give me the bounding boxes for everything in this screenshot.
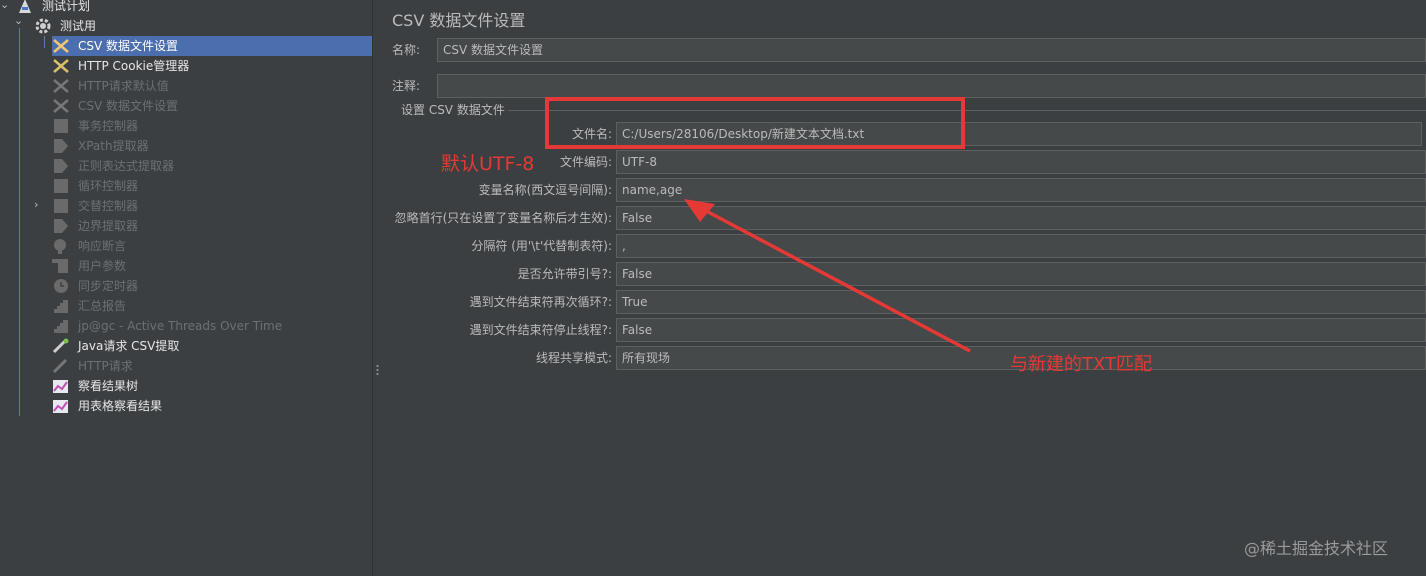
txt-match-note: 与新建的TXT匹配 xyxy=(1010,354,1153,375)
watermark: @稀土掘金技术社区 xyxy=(1244,539,1389,558)
annotation-arrow-icon xyxy=(684,199,971,353)
